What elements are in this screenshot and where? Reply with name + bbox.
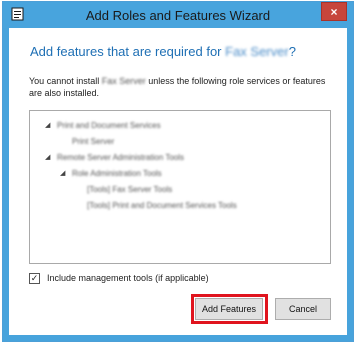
- wizard-window: Add Roles and Features Wizard × Add feat…: [2, 1, 354, 342]
- checkmark-icon: ✓: [30, 273, 39, 283]
- dialog-body: Add features that are required for Fax S…: [9, 28, 347, 335]
- heading-suffix: ?: [288, 44, 296, 59]
- title-bar[interactable]: Add Roles and Features Wizard ×: [3, 2, 353, 28]
- cancel-button[interactable]: Cancel: [275, 298, 331, 320]
- expand-arrow-icon[interactable]: ◢: [45, 153, 50, 161]
- expand-arrow-icon[interactable]: ◢: [60, 169, 65, 177]
- add-features-button[interactable]: Add Features: [195, 298, 263, 320]
- dialog-description: You cannot install Fax Server unless the…: [29, 75, 329, 99]
- close-button[interactable]: ×: [321, 2, 347, 21]
- tree-item-label: [Tools] Print and Document Services Tool…: [87, 201, 237, 210]
- tree-item-label: Print Server: [72, 137, 115, 146]
- tree-item-label: Role Administration Tools: [72, 169, 162, 178]
- include-mgmt-tools-label[interactable]: Include management tools (if applicable): [47, 273, 209, 283]
- tree-item-label: Remote Server Administration Tools: [57, 153, 185, 162]
- tree-item-label: Print and Document Services: [57, 121, 161, 130]
- tree-item[interactable]: [Tools] Fax Server Tools: [87, 185, 172, 197]
- heading-feature-name: Fax Server: [225, 44, 289, 59]
- desc-prefix: You cannot install: [29, 76, 102, 86]
- include-mgmt-tools-checkbox[interactable]: ✓: [29, 273, 40, 284]
- tree-item[interactable]: Print Server: [72, 137, 114, 149]
- tree-item[interactable]: [Tools] Print and Document Services Tool…: [87, 201, 237, 213]
- tree-item[interactable]: ◢ Remote Server Administration Tools: [45, 153, 185, 165]
- required-features-tree[interactable]: ◢ Print and Document Services Print Serv…: [29, 110, 331, 264]
- dialog-heading: Add features that are required for Fax S…: [30, 44, 296, 59]
- desc-feature-name: Fax Server: [101, 76, 146, 86]
- close-icon: ×: [330, 4, 338, 19]
- tree-item-label: [Tools] Fax Server Tools: [87, 185, 173, 194]
- expand-arrow-icon[interactable]: ◢: [45, 121, 50, 129]
- tree-item[interactable]: ◢ Role Administration Tools: [60, 169, 162, 181]
- window-title: Add Roles and Features Wizard: [85, 8, 271, 23]
- tree-item[interactable]: ◢ Print and Document Services: [45, 121, 161, 133]
- heading-prefix: Add features that are required for: [30, 44, 226, 59]
